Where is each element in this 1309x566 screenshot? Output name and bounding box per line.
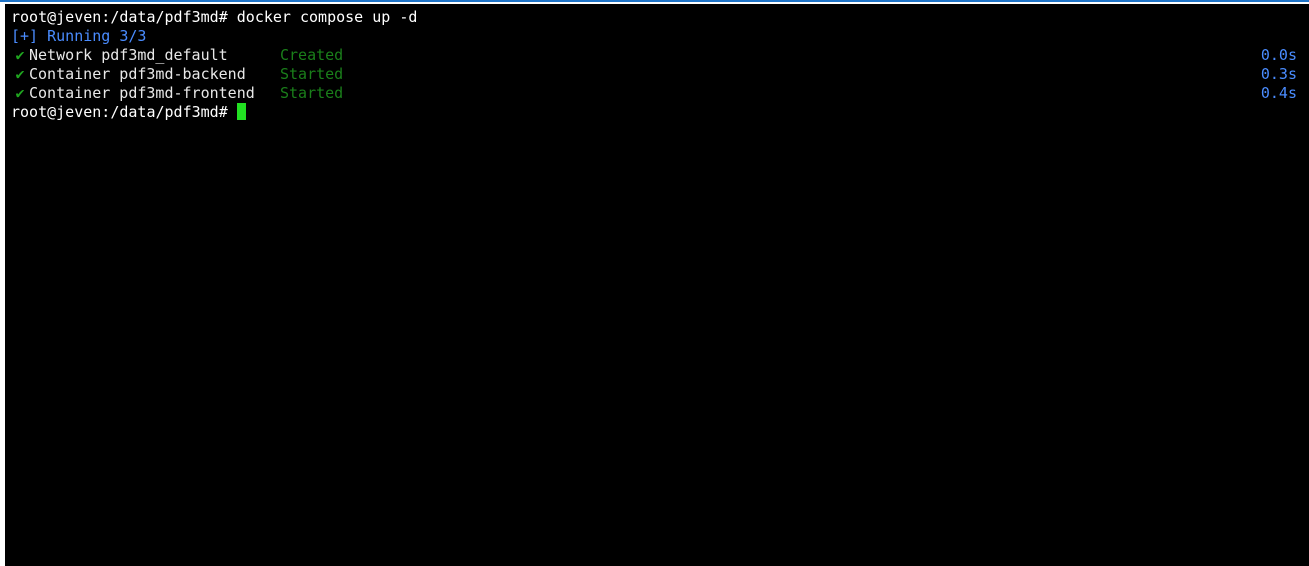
task-status: Created [280, 46, 344, 64]
terminal-output[interactable]: root@jeven:/data/pdf3md# docker compose … [5, 4, 1309, 566]
task-time: 0.0s [1260, 46, 1297, 64]
task-line-backend: ✔ Container pdf3md-backend Started 0.3s [5, 65, 1309, 84]
task-status: Started [280, 65, 344, 83]
task-label: Container pdf3md-backend [29, 65, 246, 83]
task-line-frontend: ✔ Container pdf3md-frontend Started 0.4s [5, 84, 1309, 103]
command-line: root@jeven:/data/pdf3md# docker compose … [5, 8, 1309, 27]
task-label: Network pdf3md_default [29, 46, 228, 64]
terminal-window: root@jeven:/data/pdf3md# docker compose … [0, 0, 1309, 566]
shell-prompt: root@jeven:/data/pdf3md# [11, 8, 228, 26]
checkmark-icon: ✔ [15, 84, 25, 102]
running-status-line: [+] Running 3/3 [5, 27, 1309, 46]
command-text: docker compose up -d [227, 8, 418, 26]
task-label: Container pdf3md-frontend [29, 84, 255, 102]
shell-prompt: root@jeven:/data/pdf3md# [11, 103, 228, 121]
running-status: [+] Running 3/3 [11, 27, 147, 45]
checkmark-icon: ✔ [15, 65, 25, 83]
command-input[interactable] [228, 103, 237, 121]
task-line-network: ✔ Network pdf3md_default Created 0.0s [5, 46, 1309, 65]
task-status: Started [280, 84, 344, 102]
task-time: 0.4s [1260, 84, 1297, 102]
checkmark-icon: ✔ [15, 46, 25, 64]
text-cursor [236, 103, 246, 120]
task-time: 0.3s [1260, 65, 1297, 83]
current-prompt-line[interactable]: root@jeven:/data/pdf3md# [5, 103, 1309, 122]
